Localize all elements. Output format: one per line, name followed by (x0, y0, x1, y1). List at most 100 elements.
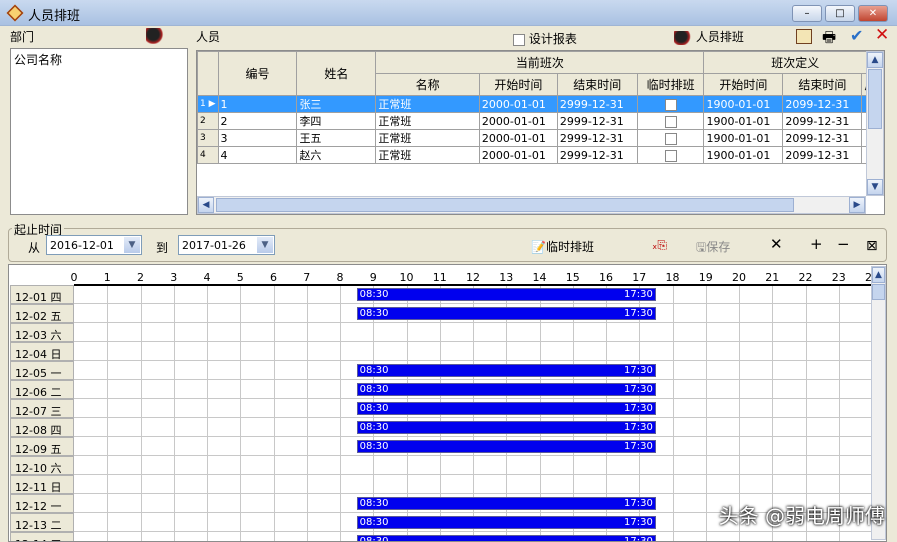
calendar-icon[interactable] (796, 29, 812, 44)
scroll-up-button[interactable]: ▲ (867, 52, 883, 68)
cell-name[interactable]: 王五 (296, 129, 377, 147)
scroll-right-button[interactable]: ▶ (849, 197, 865, 213)
scroll-left-button[interactable]: ◀ (198, 197, 214, 213)
cell-id[interactable]: 4 (217, 146, 298, 164)
person-schedule-button[interactable]: 人员排班 (674, 28, 744, 45)
table-row[interactable]: 2 2 李四 正常班 2000-01-01 2999-12-31 1900-01-0… (197, 112, 884, 130)
scroll-thumb[interactable] (872, 284, 885, 300)
cell-id[interactable]: 2 (217, 112, 298, 130)
cell-start[interactable]: 2000-01-01 (478, 112, 558, 130)
printer-icon[interactable]: 🖶 (822, 27, 836, 52)
cell-temp-checkbox[interactable] (636, 146, 705, 164)
persons-grid[interactable]: 编号姓名当前班次班次定义 名称开始时间结束时间临时排班开始时间结束时间周期 1 … (196, 50, 885, 215)
from-date-combo[interactable]: 2016-12-01 ▼ (46, 235, 142, 255)
grid-line (74, 303, 874, 304)
confirm-icon[interactable]: ✔ (850, 26, 863, 45)
shift-bar[interactable]: 08:30 17:30 (356, 535, 656, 541)
hour-label: 13 (499, 271, 514, 284)
table-row[interactable]: 4 4 赵六 正常班 2000-01-01 2999-12-31 1900-01-0… (197, 146, 884, 164)
scroll-thumb[interactable] (868, 69, 882, 129)
shift-bar[interactable]: 08:30 17:30 (356, 288, 656, 301)
scroll-up-button[interactable]: ▲ (872, 267, 885, 283)
hour-label: 19 (698, 271, 713, 284)
row-indicator[interactable]: 2 (197, 112, 219, 130)
row-indicator[interactable]: 4 (197, 146, 219, 164)
cell-name[interactable]: 李四 (296, 112, 377, 130)
cell-def-start[interactable]: 1900-01-01 (703, 112, 784, 130)
cell-def-start[interactable]: 1900-01-01 (703, 129, 784, 147)
design-report-checkbox[interactable]: 设计报表 (513, 30, 577, 47)
cell-id[interactable]: 3 (217, 129, 298, 147)
cell-temp-checkbox[interactable] (636, 129, 705, 147)
cell-shift[interactable]: 正常班 (375, 146, 480, 164)
cell-def-start[interactable]: 1900-01-01 (703, 146, 784, 164)
shift-bar[interactable]: 08:30 17:30 (356, 440, 656, 453)
col-end[interactable]: 结束时间 (556, 73, 638, 96)
person-icon[interactable] (146, 28, 164, 44)
cell-end[interactable]: 2999-12-31 (556, 112, 638, 130)
cell-temp-checkbox[interactable] (636, 112, 705, 130)
cell-def-start[interactable]: 1900-01-01 (703, 95, 784, 113)
shift-bar[interactable]: 08:30 17:30 (356, 516, 656, 529)
col-def-start[interactable]: 开始时间 (703, 73, 784, 96)
col-start[interactable]: 开始时间 (478, 73, 558, 96)
scroll-down-button[interactable]: ▼ (867, 179, 883, 195)
chevron-down-icon[interactable]: ▼ (257, 237, 273, 253)
cell-def-end[interactable]: 2099-12-31 (782, 146, 863, 164)
close-button[interactable]: ✕ (858, 5, 888, 22)
col-name[interactable]: 姓名 (296, 51, 377, 96)
col-shift-name[interactable]: 名称 (375, 73, 480, 96)
grid-line (74, 436, 874, 437)
cell-temp-checkbox[interactable] (636, 95, 705, 113)
shift-bar[interactable]: 08:30 17:30 (356, 383, 656, 396)
cell-end[interactable]: 2999-12-31 (556, 95, 638, 113)
chevron-down-icon[interactable]: ▼ (124, 237, 140, 253)
shift-bar[interactable]: 08:30 17:30 (356, 421, 656, 434)
temp-schedule-button[interactable]: 📝临时排班 (531, 238, 594, 255)
shift-bar[interactable]: 08:30 17:30 (356, 497, 656, 510)
maximize-button[interactable]: □ (825, 5, 855, 22)
grid-line (74, 398, 874, 399)
minus-icon[interactable]: − (837, 235, 850, 253)
persons-vscrollbar[interactable]: ▲ ▼ (866, 51, 884, 196)
cell-id[interactable]: 1 (217, 95, 298, 113)
cell-start[interactable]: 2000-01-01 (478, 95, 558, 113)
cell-name[interactable]: 赵六 (296, 146, 377, 164)
col-def-end[interactable]: 结束时间 (782, 73, 863, 96)
to-date-combo[interactable]: 2017-01-26 ▼ (178, 235, 275, 255)
cell-shift[interactable]: 正常班 (375, 129, 480, 147)
cell-def-end[interactable]: 2099-12-31 (782, 129, 863, 147)
save-button[interactable]: 🖫保存 (696, 238, 730, 259)
shift-bar[interactable]: 08:30 17:30 (356, 402, 656, 415)
day-date: 12-03 (15, 329, 47, 342)
minimize-button[interactable]: – (792, 5, 822, 22)
cancel-icon[interactable]: ✕ (875, 25, 889, 45)
table-row[interactable]: 1 ▶ 1 张三 正常班 2000-01-01 2999-12-31 1900-01… (197, 95, 884, 113)
row-indicator[interactable]: 3 (197, 129, 219, 147)
row-indicator[interactable]: 1 ▶ (197, 95, 219, 113)
cell-start[interactable]: 2000-01-01 (478, 146, 558, 164)
cell-shift[interactable]: 正常班 (375, 95, 480, 113)
cell-shift[interactable]: 正常班 (375, 112, 480, 130)
shift-bar[interactable]: 08:30 17:30 (356, 307, 656, 320)
cell-end[interactable]: 2999-12-31 (556, 146, 638, 164)
tree-item-company[interactable]: 公司名称 (11, 49, 187, 70)
cell-start[interactable]: 2000-01-01 (478, 129, 558, 147)
delete-all-icon[interactable]: ⊠ (866, 238, 878, 254)
cell-end[interactable]: 2999-12-31 (556, 129, 638, 147)
cell-def-end[interactable]: 2099-12-31 (782, 95, 863, 113)
plus-icon[interactable]: + (810, 235, 823, 253)
dept-tree[interactable]: 公司名称 (10, 48, 188, 215)
cell-def-end[interactable]: 2099-12-31 (782, 112, 863, 130)
hscroll-thumb[interactable] (216, 198, 794, 212)
col-id[interactable]: 编号 (217, 51, 298, 96)
persons-hscrollbar[interactable]: ◀ ▶ (197, 196, 866, 214)
delete-shift-icon[interactable]: ₓ⎘ (652, 238, 667, 253)
col-temp[interactable]: 临时排班 (636, 73, 705, 96)
shift-bar[interactable]: 08:30 17:30 (356, 364, 656, 377)
table-row[interactable]: 3 3 王五 正常班 2000-01-01 2999-12-31 1900-01-0… (197, 129, 884, 147)
cell-name[interactable]: 张三 (296, 95, 377, 113)
gantt-vscrollbar[interactable]: ▲ (871, 266, 886, 540)
clear-icon[interactable]: ✕ (770, 235, 783, 253)
hour-label: 0 (70, 271, 78, 284)
